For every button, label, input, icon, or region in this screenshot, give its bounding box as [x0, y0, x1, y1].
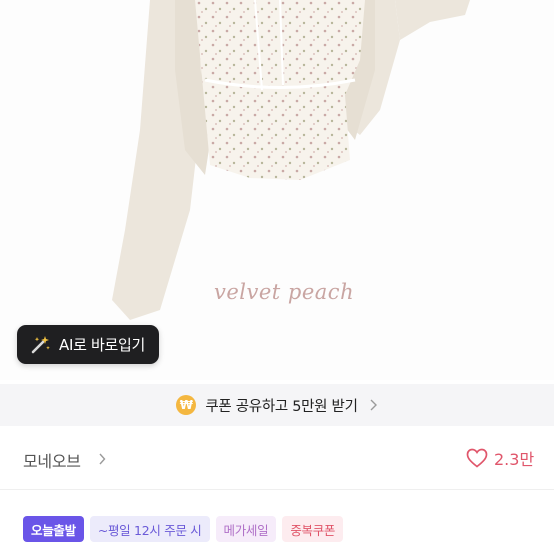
section-divider [0, 489, 554, 490]
chevron-right-icon [370, 399, 377, 411]
coupon-banner-text: 쿠폰 공유하고 5만원 받기 [205, 398, 358, 415]
chevron-right-icon [99, 453, 106, 465]
coupon-share-banner[interactable]: ₩ 쿠폰 공유하고 5만원 받기 [0, 384, 554, 426]
badge-duplicate-coupon: 중복쿠폰 [282, 516, 344, 542]
heart-icon [466, 448, 488, 468]
product-photo-illustration [112, 0, 470, 320]
magic-wand-icon [31, 335, 50, 353]
like-count: 2.3만 [494, 450, 535, 469]
won-coin-icon: ₩ [176, 395, 197, 415]
product-image[interactable]: velvet peach [0, 0, 554, 380]
badge-row: 오늘출발 ~평일 12시 주문 시 메가세일 중복쿠폰 [23, 516, 344, 542]
badge-mega-sale: 메가세일 [215, 516, 277, 542]
watermark-text: velvet peach [214, 280, 355, 304]
badge-today-shipping: 오늘출발 [23, 516, 84, 542]
badge-order-cutoff: ~평일 12시 주문 시 [89, 516, 210, 542]
ai-try-on-label: AI로 바로입기 [59, 336, 146, 354]
shop-row: 모네오브 2.3만 [0, 430, 554, 486]
ai-try-on-button[interactable]: AI로 바로입기 [17, 325, 159, 364]
like-button[interactable]: 2.3만 [466, 446, 534, 470]
shop-name-link[interactable]: 모네오브 [23, 448, 81, 472]
